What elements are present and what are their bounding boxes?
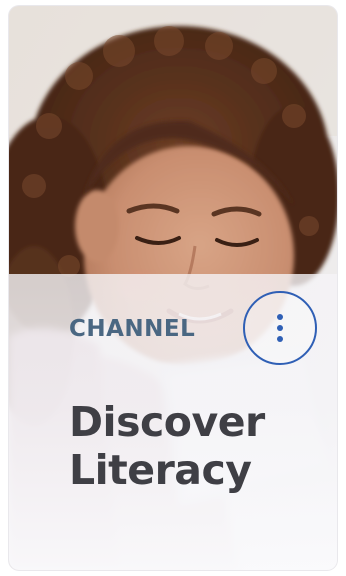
- more-vertical-icon: [277, 314, 283, 342]
- card-eyebrow-label: CHANNEL: [69, 316, 196, 342]
- card-title-line-2: Literacy: [69, 446, 252, 494]
- more-options-button[interactable]: [243, 291, 317, 365]
- card-title[interactable]: Discover Literacy: [69, 398, 319, 494]
- card-title-line-1: Discover: [69, 398, 265, 446]
- channel-card[interactable]: CHANNEL Discover Literacy: [9, 6, 337, 570]
